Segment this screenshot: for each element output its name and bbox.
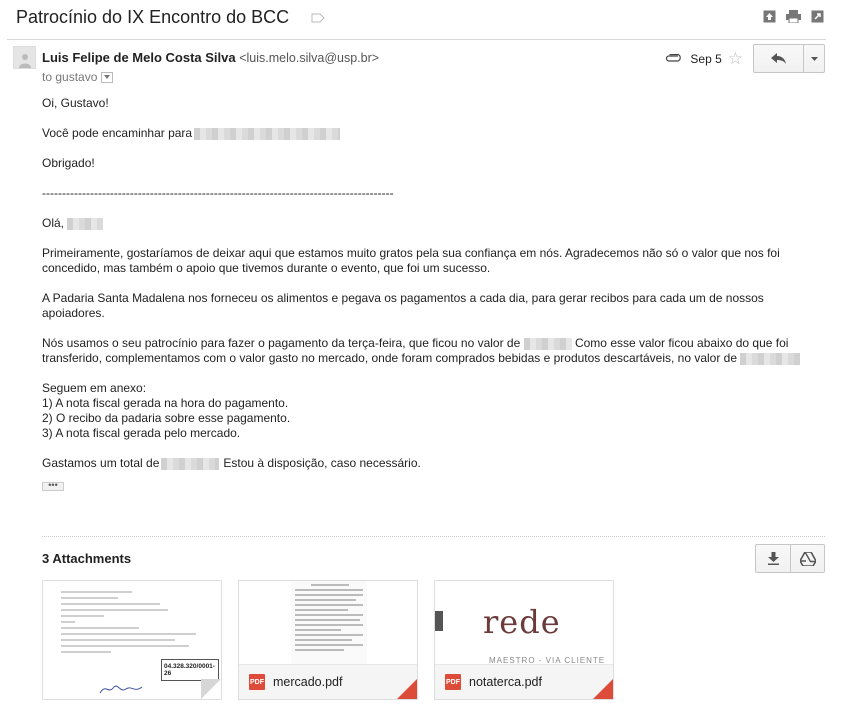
- paperclip-icon: [666, 54, 682, 62]
- print-icon[interactable]: [786, 9, 801, 24]
- more-actions-button[interactable]: [804, 45, 824, 72]
- pdf-icon: PDF: [445, 674, 461, 690]
- download-all-button[interactable]: [756, 545, 790, 572]
- body-paragraph-2: A Padaria Santa Madalena nos forneceu os…: [42, 291, 764, 320]
- label-icon[interactable]: [311, 13, 325, 23]
- chevron-down-icon: [810, 56, 818, 61]
- signature-icon: [99, 685, 143, 694]
- attachment-filename: notaterca.pdf: [469, 675, 542, 689]
- popout-icon[interactable]: [810, 9, 825, 24]
- reply-group: [753, 44, 825, 73]
- redacted-text: [194, 127, 341, 140]
- body-thanks: Obrigado!: [42, 156, 95, 170]
- message-body: Oi, Gustavo! Você pode encaminhar para O…: [42, 96, 802, 492]
- sender-name[interactable]: Luis Felipe de Melo Costa Silva: [42, 50, 236, 65]
- top-actions: [762, 9, 825, 24]
- page-fold: [593, 679, 613, 699]
- body-separator: ----------------------------------------…: [42, 186, 394, 200]
- page-fold: [201, 679, 221, 699]
- attachments-divider: [42, 536, 825, 537]
- drive-icon: [799, 551, 816, 566]
- body-greeting: Oi, Gustavo!: [42, 96, 109, 110]
- message-date: Sep 5: [690, 51, 722, 66]
- subject-row: Patrocínio do IX Encontro do BCC: [16, 5, 825, 29]
- preview-stamp: 04.328.320/0001-26: [161, 659, 219, 681]
- page-fold: [397, 679, 417, 699]
- show-details-button[interactable]: [101, 71, 114, 83]
- body-paragraph-3: Nós usamos o seu patrocínio para fazer o…: [42, 336, 802, 366]
- email-subject: Patrocínio do IX Encontro do BCC: [16, 6, 290, 27]
- redacted-text: [523, 337, 572, 350]
- body-forward: Você pode encaminhar para: [42, 126, 802, 141]
- recipients-line: to gustavo: [42, 70, 114, 84]
- sender-email: <luis.melo.silva@usp.br>: [239, 51, 380, 65]
- download-icon: [767, 552, 779, 565]
- show-trimmed-button[interactable]: •••: [42, 481, 64, 491]
- redacted-text: [161, 457, 220, 470]
- attachment-card[interactable]: rede MAESTRO - VIA CLIENTE PDF notaterca…: [434, 580, 614, 700]
- reply-icon: [771, 53, 786, 64]
- recipients-text: to gustavo: [42, 70, 98, 84]
- redacted-text: [67, 217, 104, 230]
- message-meta: Sep 5 ☆: [665, 44, 825, 73]
- attachment-card[interactable]: 04.328.320/0001-26: [42, 580, 222, 700]
- reply-button[interactable]: [754, 45, 804, 72]
- body-hello: Olá,: [42, 216, 802, 231]
- star-icon[interactable]: ☆: [728, 50, 743, 67]
- redacted-text: [740, 352, 801, 365]
- attachment-footer: PDF mercado.pdf: [239, 664, 417, 699]
- attachment-filename: mercado.pdf: [273, 675, 343, 689]
- attachments-title: 3 Attachments: [42, 551, 132, 566]
- pdf-icon: PDF: [249, 674, 265, 690]
- sender-line: Luis Felipe de Melo Costa Silva <luis.me…: [42, 50, 379, 65]
- body-annex-list: Seguem em anexo: 1) A nota fiscal gerada…: [42, 381, 291, 440]
- header-divider: [7, 39, 826, 40]
- chevron-down-icon: [104, 75, 111, 79]
- attachment-card[interactable]: PDF mercado.pdf: [238, 580, 418, 700]
- body-total: Gastamos um total de Estou à disposição, …: [42, 456, 421, 470]
- save-to-drive-button[interactable]: [790, 545, 824, 572]
- attachments-actions: [755, 544, 825, 573]
- attachment-preview: [291, 581, 367, 665]
- avatar: [13, 46, 36, 69]
- expand-icon[interactable]: [762, 9, 777, 24]
- preview-logo: rede: [483, 603, 561, 641]
- body-paragraph-1: Primeiramente, gostaríamos de deixar aqu…: [42, 246, 780, 275]
- attachment-footer: PDF notaterca.pdf: [435, 664, 613, 699]
